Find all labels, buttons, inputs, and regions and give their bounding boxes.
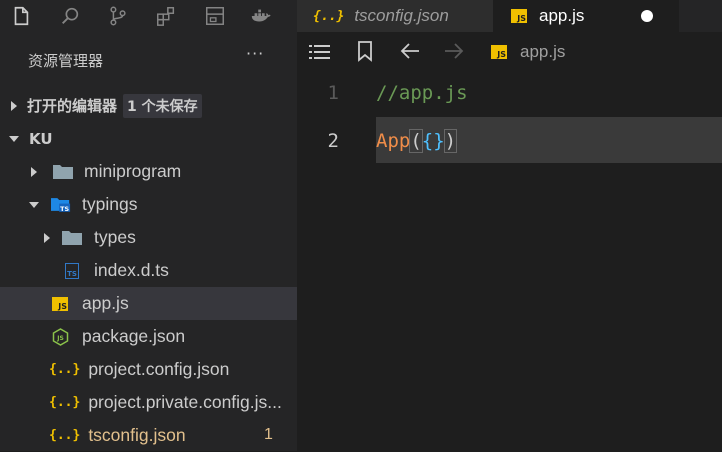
open-editors-label: 打开的编辑器 [27, 97, 118, 115]
tab-label: tsconfig.json [354, 6, 449, 25]
tree-item-label: app.js [82, 293, 129, 313]
tab-app-js[interactable]: JS app.js [493, 0, 679, 32]
extensions-icon[interactable] [154, 4, 178, 28]
source-control-icon[interactable] [106, 4, 130, 28]
chevron-right-icon [40, 231, 54, 245]
tree-item-label: index.d.ts [94, 260, 169, 280]
unsaved-badge: 1 个未保存 [123, 93, 202, 118]
folder-icon [53, 164, 73, 179]
more-actions-icon[interactable]: ··· [246, 44, 264, 63]
explorer-title: 资源管理器 [28, 52, 104, 70]
tree-item-label: package.json [82, 326, 186, 346]
folder-icon [62, 230, 82, 245]
tree-item-types[interactable]: types [0, 221, 297, 254]
json-icon: {..} [313, 8, 345, 24]
explorer-panel: 资源管理器 ··· 打开的编辑器 1 个未保存 KU miniprogram T… [0, 32, 297, 451]
json-icon: {..} [49, 362, 81, 377]
tree-item-package-json[interactable]: JS package.json [0, 320, 297, 353]
problem-count: 1 [264, 426, 273, 443]
tree-item-tsconfig[interactable]: {..} tsconfig.json 1 [0, 419, 297, 452]
json-icon: {..} [49, 395, 81, 410]
tree-item-label: types [94, 227, 136, 247]
chevron-down-icon [7, 132, 21, 146]
tree-item-label: typings [82, 194, 138, 214]
json-icon: {..} [49, 428, 81, 443]
tab-tsconfig[interactable]: {..} tsconfig.json [297, 0, 493, 32]
activity-bar [0, 0, 297, 32]
tree-item-app-js[interactable]: JS app.js [0, 287, 297, 320]
back-arrow-icon[interactable] [399, 41, 421, 65]
code-line-2: App({}) [376, 129, 458, 153]
tab-label: app.js [539, 6, 585, 25]
js-file-icon: JS [491, 45, 507, 59]
breadcrumb-file[interactable]: app.js [520, 42, 565, 62]
code-editor[interactable]: 1 2 //app.js App({}) [297, 72, 722, 451]
ts-file-icon: TS [65, 262, 79, 279]
ts-folder-icon: TS [51, 197, 71, 212]
bookmark-icon[interactable] [357, 40, 373, 66]
unsaved-dot-icon[interactable] [641, 10, 653, 22]
nodejs-icon: JS [52, 327, 69, 346]
chevron-right-icon [7, 99, 21, 113]
svg-text:JS: JS [56, 335, 64, 342]
forward-arrow-icon[interactable] [443, 41, 465, 65]
code-line-comment: //app.js [376, 82, 468, 104]
chevron-down-icon [27, 198, 41, 212]
tree-item-label: miniprogram [84, 161, 182, 181]
workspace-section[interactable]: KU [0, 122, 297, 155]
tree-item-label: project.config.json [88, 359, 230, 379]
list-icon[interactable] [309, 42, 331, 66]
tree-item-project-config[interactable]: {..} project.config.json [0, 353, 297, 386]
line-number: 1 [327, 82, 339, 104]
search-icon[interactable] [58, 4, 82, 28]
tree-item-typings[interactable]: TS typings [0, 188, 297, 221]
js-file-icon: JS [52, 296, 68, 311]
chevron-right-icon [27, 165, 41, 179]
svg-text:TS: TS [60, 206, 69, 212]
open-editors-section[interactable]: 打开的编辑器 1 个未保存 [0, 89, 297, 122]
tree-item-project-private-config[interactable]: {..} project.private.config.js... [0, 386, 297, 419]
tree-item-miniprogram[interactable]: miniprogram [0, 155, 297, 188]
tree-item-label: tsconfig.json [88, 425, 186, 445]
tree-item-label: project.private.config.js... [88, 392, 282, 412]
panel-icon[interactable] [203, 4, 227, 28]
line-number: 2 [327, 130, 339, 152]
workspace-label: KU [29, 129, 53, 148]
editor-toolbar: JS app.js [297, 32, 722, 72]
js-file-icon: JS [511, 9, 527, 23]
tree-item-index-d-ts[interactable]: TS index.d.ts [0, 254, 297, 287]
docker-icon[interactable] [249, 4, 273, 28]
files-icon[interactable] [9, 4, 33, 28]
